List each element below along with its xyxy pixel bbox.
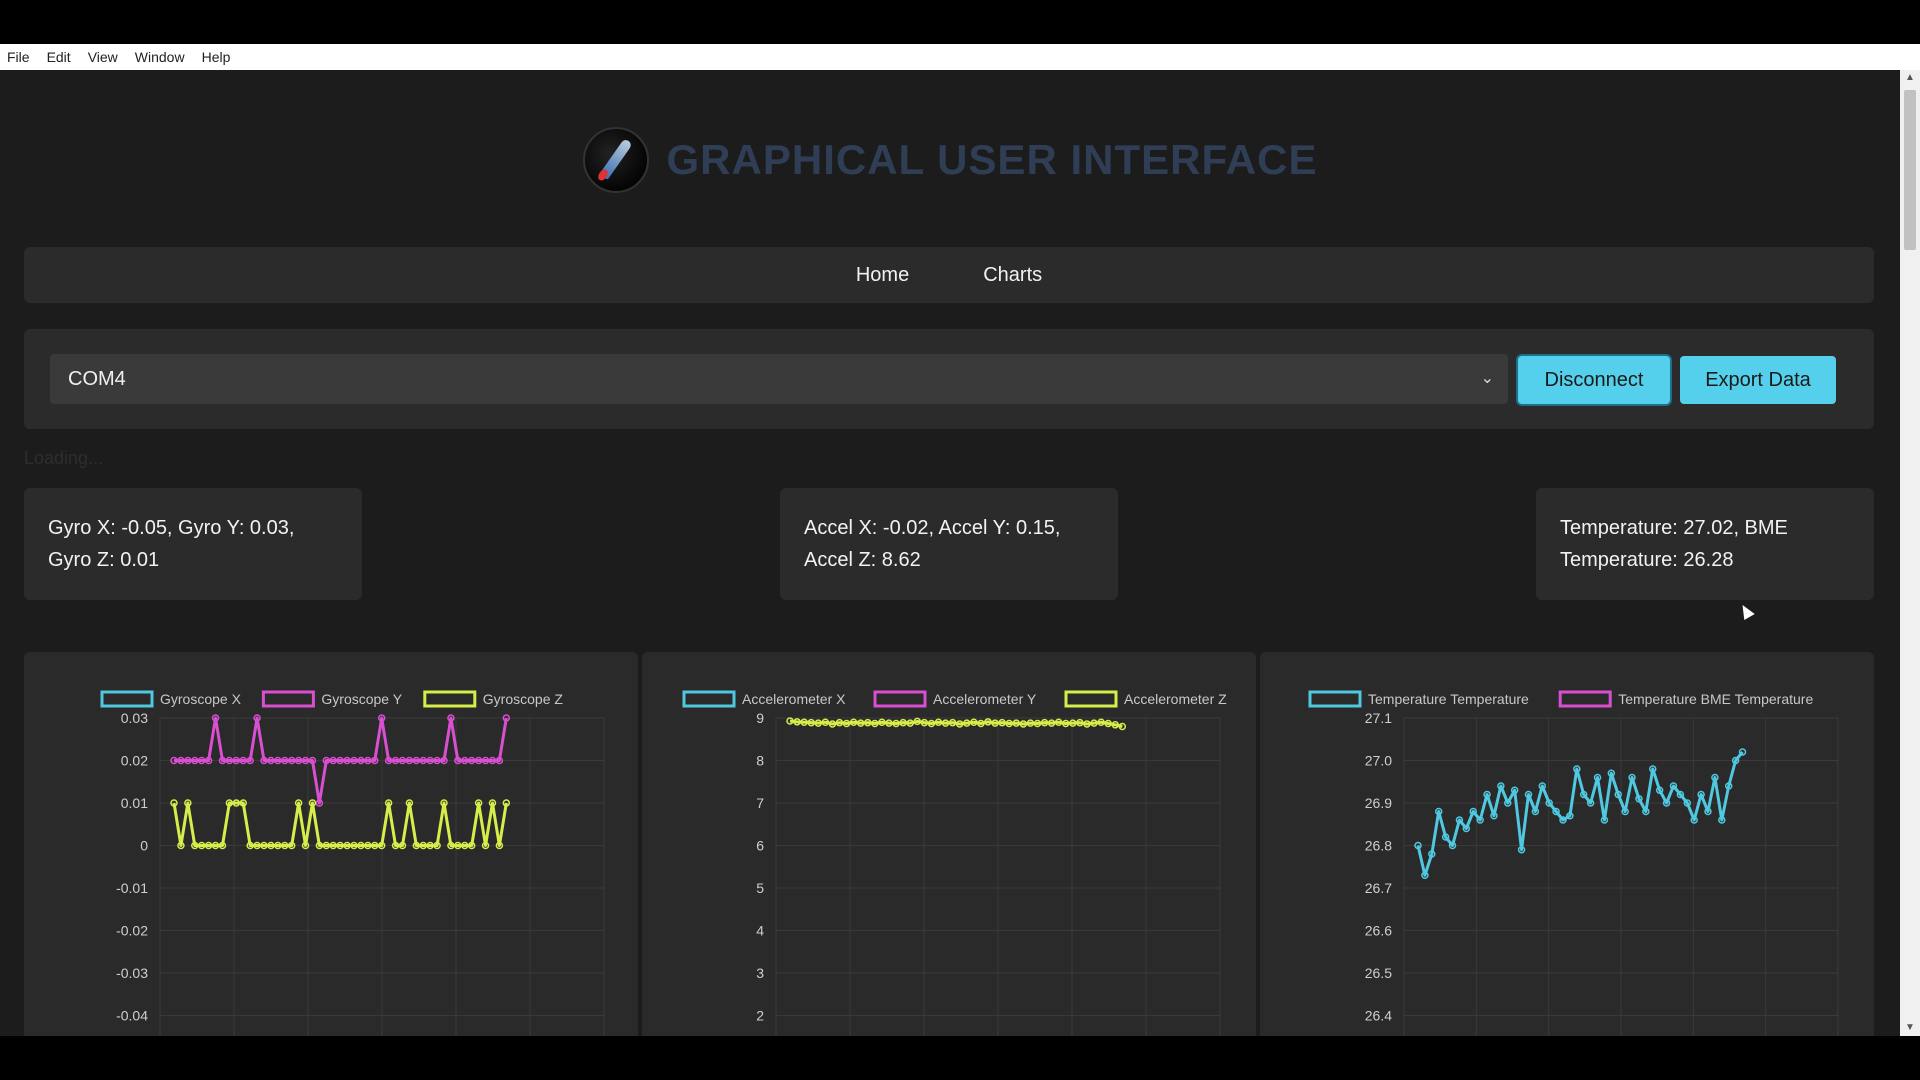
legend-swatch <box>682 690 736 708</box>
accelerometer-chart-svg: Accelerometer X Accelerometer Y Accelerome… <box>682 690 1227 1036</box>
page-header: GRAPHICAL USER INTERFACE <box>0 120 1900 200</box>
accel-readout-line: Accel Z: 8.62 <box>804 549 921 571</box>
legend-swatch <box>1308 690 1362 708</box>
y-tick-label: 3 <box>756 965 764 981</box>
legend-swatch <box>100 690 154 708</box>
y-tick-label: 8 <box>756 753 764 769</box>
legend-swatch <box>1558 690 1612 708</box>
nav-charts[interactable]: Charts <box>983 264 1042 287</box>
menu-view[interactable]: View <box>81 49 128 65</box>
temperature-chart-svg: Temperature Temperature Temperature BME T… <box>1308 690 1839 1036</box>
y-tick-label: 26.5 <box>1365 965 1392 981</box>
port-select-value: COM4 <box>68 368 126 390</box>
loading-text: Loading... <box>24 448 104 468</box>
legend-item: Gyroscope X <box>100 690 242 708</box>
rocket-logo-icon <box>582 127 649 193</box>
gyro-readout-line: Gyro Z: 0.01 <box>48 549 160 571</box>
chevron-down-icon: ⌄ <box>1480 370 1494 387</box>
legend-item: Accelerometer Z <box>1064 690 1227 708</box>
accel-readout-line: Accel X: -0.02, Accel Y: 0.15, <box>804 517 1061 539</box>
page-title: GRAPHICAL USER INTERFACE <box>666 136 1318 183</box>
export-data-button[interactable]: Export Data <box>1680 356 1836 404</box>
menu-bar: File Edit View Window Help <box>0 44 1920 70</box>
legend-swatch <box>1064 690 1118 708</box>
y-tick-label: 5 <box>756 880 764 896</box>
scroll-thumb[interactable] <box>1904 90 1916 250</box>
y-tick-label: -0.02 <box>116 923 148 939</box>
temp-readout-line: Temperature: 26.28 <box>1560 549 1734 571</box>
y-tick-label: 27.1 <box>1365 710 1392 726</box>
nav-bar: Home Charts <box>24 247 1874 303</box>
y-tick-label: 9 <box>756 710 764 726</box>
legend-item: Temperature BME Temperature <box>1558 690 1813 708</box>
legend-label: Accelerometer Y <box>933 691 1037 707</box>
y-tick-label: 0 <box>140 838 148 854</box>
legend-item: Accelerometer Y <box>873 690 1037 708</box>
legend-label: Gyroscope X <box>160 691 242 707</box>
port-select[interactable]: COM4 ⌄ <box>50 354 1508 404</box>
series-line <box>1416 751 1744 877</box>
vertical-scrollbar[interactable]: ▲ ▼ <box>1900 70 1920 1036</box>
legend-label: Temperature Temperature <box>1368 691 1529 707</box>
legend-label: Accelerometer Z <box>1124 691 1227 707</box>
y-tick-label: 0.02 <box>121 753 148 769</box>
scroll-up-icon[interactable]: ▲ <box>1900 70 1920 86</box>
y-tick-label: 7 <box>756 795 764 811</box>
legend-item: Gyroscope Z <box>423 690 564 708</box>
menu-help[interactable]: Help <box>195 49 241 65</box>
legend-swatch <box>873 690 927 708</box>
y-tick-label: 4 <box>756 923 764 939</box>
y-tick-label: 26.4 <box>1365 1008 1392 1024</box>
gyro-readout-card: Gyro X: -0.05, Gyro Y: 0.03, Gyro Z: 0.0… <box>24 488 362 600</box>
scroll-down-icon[interactable]: ▼ <box>1900 1020 1920 1036</box>
y-tick-label: -0.04 <box>116 1008 148 1024</box>
temp-readout-line: Temperature: 27.02, BME <box>1560 517 1788 539</box>
window-top-frame <box>0 0 1920 44</box>
accelerometer-chart: Accelerometer X Accelerometer Y Accelerome… <box>642 652 1256 1036</box>
legend-label: Accelerometer X <box>742 691 846 707</box>
legend-label: Temperature BME Temperature <box>1618 691 1813 707</box>
window-bottom-frame <box>0 1036 1920 1080</box>
y-tick-label: 6 <box>756 838 764 854</box>
legend-label: Gyroscope Y <box>321 691 402 707</box>
legend-label: Gyroscope Z <box>483 691 564 707</box>
menu-edit[interactable]: Edit <box>40 49 81 65</box>
cursor-icon <box>1737 601 1755 621</box>
y-tick-label: 0.03 <box>121 710 148 726</box>
y-tick-label: 2 <box>756 1008 764 1024</box>
legend-item: Temperature Temperature <box>1308 690 1529 708</box>
legend-swatch <box>423 690 477 708</box>
y-tick-label: -0.01 <box>116 880 148 896</box>
y-tick-label: 27.0 <box>1365 753 1392 769</box>
menu-window[interactable]: Window <box>128 49 195 65</box>
legend-swatch <box>261 690 315 708</box>
y-tick-label: 26.9 <box>1365 795 1392 811</box>
app-content: GRAPHICAL USER INTERFACE Home Charts COM… <box>0 70 1900 1036</box>
temperature-chart: Temperature Temperature Temperature BME T… <box>1260 652 1874 1036</box>
y-tick-label: 26.6 <box>1365 923 1392 939</box>
disconnect-button[interactable]: Disconnect <box>1518 356 1670 404</box>
y-tick-label: 26.8 <box>1365 838 1392 854</box>
gyroscope-chart: Gyroscope X Gyroscope Y Gyroscope Z 0.03 0.0… <box>24 652 638 1036</box>
menu-file[interactable]: File <box>0 49 40 65</box>
accel-readout-card: Accel X: -0.02, Accel Y: 0.15, Accel Z: … <box>780 488 1118 600</box>
y-tick-label: 0.01 <box>121 795 148 811</box>
y-tick-label: 26.7 <box>1365 880 1392 896</box>
gyro-readout-line: Gyro X: -0.05, Gyro Y: 0.03, <box>48 517 295 539</box>
legend-item: Accelerometer X <box>682 690 846 708</box>
nav-home[interactable]: Home <box>856 264 909 287</box>
legend-item: Gyroscope Y <box>261 690 403 708</box>
temperature-readout-card: Temperature: 27.02, BME Temperature: 26.… <box>1536 488 1874 600</box>
serial-port-panel: COM4 ⌄ Disconnect Export Data <box>24 329 1874 429</box>
gyroscope-chart-svg: Gyroscope X Gyroscope Y Gyroscope Z 0.03 0.0… <box>100 690 605 1036</box>
y-tick-label: -0.03 <box>116 965 148 981</box>
